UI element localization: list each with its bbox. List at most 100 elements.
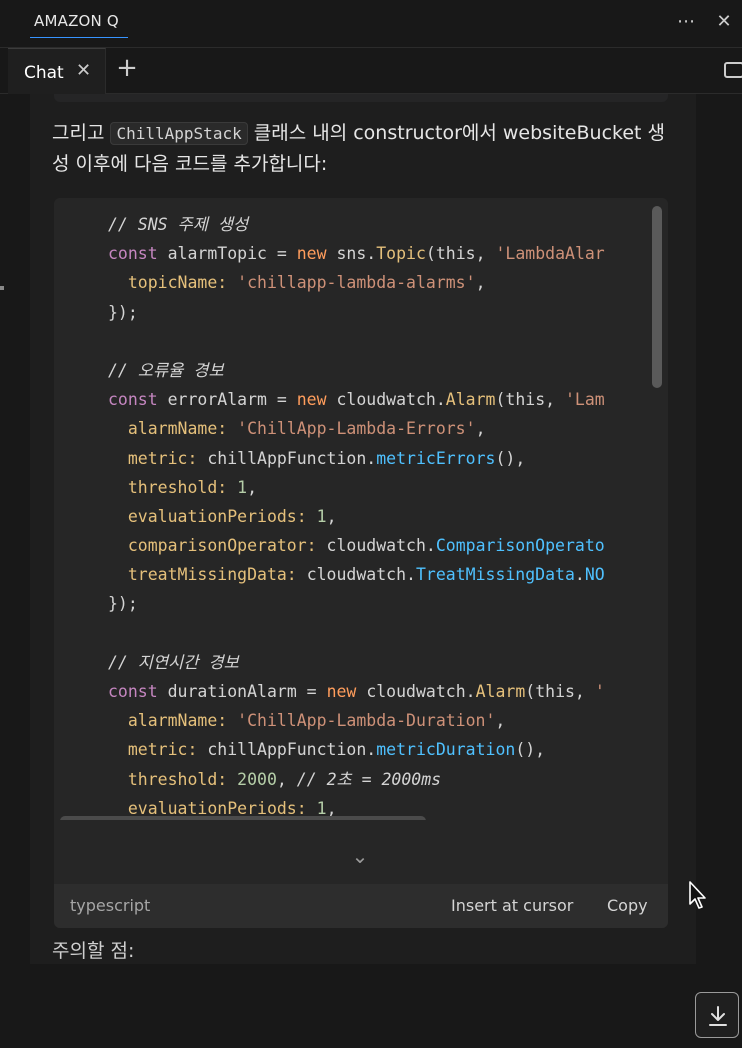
code-token: .	[574, 565, 585, 585]
code-token: TreatMissingData	[415, 565, 575, 585]
code-line: metric: chillAppFunction.metricErrors(),	[108, 444, 648, 473]
code-line: const errorAlarm = new cloudwatch.Alarm(…	[108, 385, 648, 414]
code-language: typescript	[70, 896, 151, 915]
code-line: const alarmTopic = new sns.Topic(this, '…	[108, 239, 648, 268]
tab-chat[interactable]: Chat ✕	[8, 48, 106, 94]
code-token: cloudwatch.	[336, 390, 446, 410]
code-token: ,	[326, 506, 337, 526]
code-block-footer: typescript Insert at cursor Copy	[54, 884, 668, 928]
code-token: 'LambdaAlar	[495, 244, 605, 264]
code-line: alarmName: 'ChillApp-Lambda-Errors',	[108, 414, 648, 443]
bottom-gutter	[0, 964, 742, 1048]
code-token: (),	[495, 448, 526, 468]
chat-bubble-icon[interactable]	[724, 62, 742, 78]
chat-message-area: 그리고 ChillAppStack 클래스 내의 constructor에서 w…	[30, 94, 696, 964]
code-token: ,	[475, 419, 486, 439]
code-token: Alarm	[445, 390, 496, 410]
code-token: evaluationPeriods:	[108, 798, 317, 818]
code-token: Topic	[376, 244, 426, 264]
code-token: ComparisonOperato	[435, 536, 605, 556]
tab-bar: Chat ✕ +	[0, 48, 742, 94]
code-token: cloudwatch.	[366, 682, 476, 701]
code-line: alarmName: 'ChillApp-Lambda-Duration',	[108, 706, 648, 735]
code-line: });	[108, 589, 648, 618]
code-token: ,	[475, 273, 486, 293]
panel-header: AMAZON Q ⋯ ✕	[0, 0, 742, 48]
code-token: });	[108, 594, 138, 614]
sash-marker	[0, 286, 4, 290]
more-icon[interactable]: ⋯	[674, 10, 698, 34]
code-token: metricDuration	[376, 740, 516, 760]
code-line: const durationAlarm = new cloudwatch.Ala…	[108, 677, 648, 706]
notes-heading: 주의할 점:	[52, 940, 135, 962]
code-line: comparisonOperator: cloudwatch.Compariso…	[108, 531, 648, 560]
chevron-down-icon[interactable]: ⌄	[348, 846, 372, 866]
code-token: durationAlarm =	[167, 682, 327, 701]
code-line: threshold: 2000, // 2초 = 2000ms	[108, 765, 648, 794]
active-panel-indicator	[30, 37, 128, 38]
scroll-to-bottom-button[interactable]	[695, 992, 739, 1038]
code-line: metric: chillAppFunction.metricDuration(…	[108, 735, 648, 764]
code-token: new	[296, 244, 337, 264]
vertical-scrollbar[interactable]	[652, 206, 662, 388]
copy-button[interactable]: Copy	[607, 896, 648, 915]
code-token: (),	[515, 740, 546, 760]
code-scroll-area[interactable]: // SNS 주제 생성 const alarmTopic = new sns.T…	[54, 198, 668, 820]
code-token: 2000	[237, 769, 277, 789]
code-token: metricErrors	[376, 448, 496, 468]
tab-close-icon[interactable]: ✕	[76, 60, 91, 81]
code-token: errorAlarm =	[167, 390, 297, 410]
code-line: });	[108, 298, 648, 327]
arrow-down-to-line-icon	[709, 1006, 727, 1026]
code-token: 1	[316, 506, 327, 526]
code-line: treatMissingData: cloudwatch.TreatMissin…	[108, 560, 648, 589]
code-token: // 지연시간 경보	[108, 652, 239, 672]
code-token: metric:	[108, 740, 208, 760]
code-content: // SNS 주제 생성 const alarmTopic = new sns.T…	[108, 210, 648, 820]
code-token: topicName:	[108, 273, 238, 293]
close-icon[interactable]: ✕	[712, 10, 736, 34]
tab-chat-label: Chat	[24, 63, 64, 83]
code-token: 'Lam	[565, 390, 605, 410]
code-token: 1	[316, 798, 327, 818]
code-token: 1	[237, 477, 248, 497]
plus-icon[interactable]: +	[112, 54, 142, 84]
code-token: threshold:	[108, 477, 238, 497]
code-token: (this,	[525, 682, 595, 701]
code-token: alarmTopic =	[167, 244, 297, 264]
code-line: topicName: 'chillapp-lambda-alarms',	[108, 268, 648, 297]
code-line: // 오류율 경보	[108, 356, 648, 385]
code-token: threshold:	[108, 769, 238, 789]
horizontal-scrollbar[interactable]	[60, 816, 426, 820]
code-line: threshold: 1,	[108, 473, 648, 502]
code-token: ,	[326, 798, 337, 818]
code-token: 'ChillApp-Lambda-Duration'	[237, 711, 496, 731]
code-token: 'ChillApp-Lambda-Errors'	[237, 419, 476, 439]
code-token: const	[108, 390, 168, 410]
code-token: evaluationPeriods:	[108, 506, 317, 526]
code-token: NO	[584, 565, 605, 585]
code-token: // SNS 주제 생성	[108, 215, 249, 234]
code-token: new	[326, 682, 367, 701]
panel-title[interactable]: AMAZON Q	[34, 12, 119, 30]
inline-code: ChillAppStack	[110, 122, 248, 145]
code-token: treatMissingData:	[108, 565, 307, 585]
code-token: (this,	[425, 244, 496, 264]
code-token: Alarm	[475, 682, 526, 701]
code-token: sns.	[336, 244, 377, 264]
mouse-pointer-icon	[689, 881, 706, 909]
code-token: (this,	[495, 390, 565, 410]
message-text-part: 그리고	[52, 122, 111, 144]
code-token: // 2초 = 2000ms	[296, 769, 442, 789]
code-token: alarmName:	[108, 711, 238, 731]
previous-code-block-footer	[54, 94, 668, 102]
insert-at-cursor-button[interactable]: Insert at cursor	[451, 896, 573, 915]
code-token: chillAppFunction.	[207, 740, 377, 760]
code-token: '	[594, 682, 605, 701]
code-token: ,	[495, 711, 506, 731]
code-block: // SNS 주제 생성 const alarmTopic = new sns.T…	[54, 198, 668, 928]
code-token: cloudwatch.	[326, 536, 436, 556]
code-token: comparisonOperator:	[108, 536, 327, 556]
code-token: cloudwatch.	[306, 565, 416, 585]
